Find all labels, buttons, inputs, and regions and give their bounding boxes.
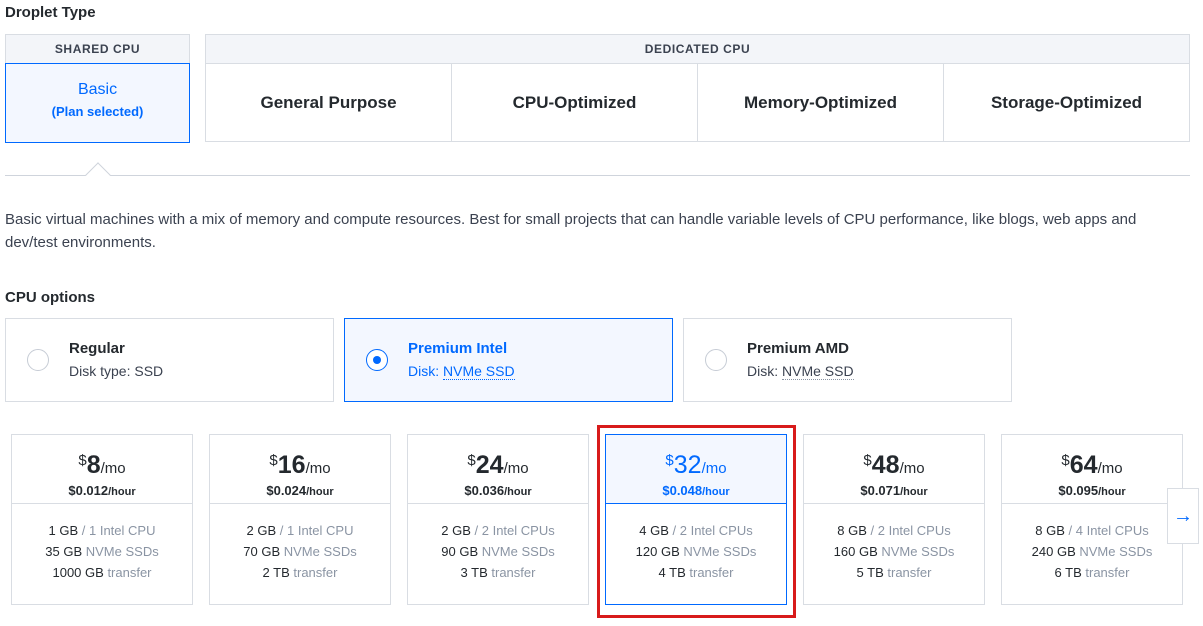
droplet-description: Basic virtual machines with a mix of mem…	[5, 211, 1137, 251]
plan-cpu: / 2 Intel CPUs	[474, 523, 555, 538]
dedicated-cpu-group: DEDICATED CPU General Purpose CPU-Optimi…	[205, 34, 1190, 142]
plan-transfer: 5 TB	[856, 565, 884, 580]
disk-type-value: NVMe SSD	[443, 363, 515, 380]
plan-transfer-label: transfer	[491, 565, 536, 580]
plan-storage: 240 GB	[1031, 544, 1076, 559]
next-plans-button[interactable]: →	[1167, 488, 1199, 544]
price-period: /mo	[305, 460, 331, 477]
plan-card[interactable]: $8/mo $0.012/hour 1 GB / 1 Intel CPU 35 …	[11, 434, 193, 605]
plan-storage-label: NVMe SSDs	[283, 544, 357, 559]
price-period: /mo	[899, 460, 925, 477]
memory-optimized-option[interactable]: Memory-Optimized	[698, 64, 944, 141]
plan-memory: 8 GB	[1035, 523, 1065, 538]
cpu-option-disk: Disk: NVMe SSD	[408, 363, 515, 380]
plan-transfer: 6 TB	[1054, 565, 1082, 580]
basic-plan-option[interactable]: Basic (Plan selected)	[5, 63, 190, 143]
arrow-right-icon: →	[1173, 504, 1193, 527]
plan-transfer: 1000 GB	[52, 565, 104, 580]
plan-memory: 2 GB	[246, 523, 277, 538]
cpu-option-premium-amd[interactable]: Premium AMD Disk: NVMe SSD	[683, 318, 1012, 402]
selection-highlight	[597, 425, 796, 618]
plan-transfer-label: transfer	[1085, 565, 1130, 580]
monthly-price: 48	[871, 451, 900, 479]
plan-transfer-label: transfer	[107, 565, 152, 580]
plan-selected-note: (Plan selected)	[51, 104, 144, 119]
cpu-option-name: Regular	[69, 340, 125, 357]
plan-storage: 70 GB	[243, 544, 281, 559]
plan-storage: 160 GB	[833, 544, 878, 559]
plan-transfer: 2 TB	[262, 565, 290, 580]
hourly-unit: /hour	[108, 486, 136, 498]
plan-memory: 1 GB	[48, 523, 79, 538]
disk-prefix: Disk:	[747, 363, 779, 379]
cpu-option-regular[interactable]: Regular Disk type: SSD	[5, 318, 334, 402]
plan-transfer: 3 TB	[460, 565, 488, 580]
cpu-options-title: CPU options	[5, 289, 95, 306]
section-divider	[5, 175, 1190, 176]
radio-button-selected[interactable]	[366, 349, 388, 371]
hourly-price: $0.024	[266, 483, 307, 498]
currency-symbol: $	[269, 452, 278, 469]
plan-card[interactable]: $64/mo $0.095/hour 8 GB / 4 Intel CPUs 2…	[1001, 434, 1183, 605]
currency-symbol: $	[1061, 452, 1070, 469]
plan-memory: 2 GB	[441, 523, 471, 538]
shared-cpu-group: SHARED CPU Basic (Plan selected)	[5, 34, 190, 143]
cpu-option-premium-intel[interactable]: Premium Intel Disk: NVMe SSD	[344, 318, 673, 402]
plan-card[interactable]: $24/mo $0.036/hour 2 GB / 2 Intel CPUs 9…	[407, 434, 589, 605]
shared-cpu-header: SHARED CPU	[54, 42, 141, 56]
plan-storage-label: NVMe SSDs	[481, 544, 555, 559]
storage-optimized-option[interactable]: Storage-Optimized	[944, 64, 1189, 141]
plan-storage: 35 GB	[45, 544, 83, 559]
hourly-unit: /hour	[1098, 486, 1126, 498]
radio-button[interactable]	[705, 349, 727, 371]
basic-plan-label: Basic	[77, 81, 118, 98]
hourly-price: $0.095	[1058, 483, 1099, 498]
plan-storage-label: NVMe SSDs	[85, 544, 159, 559]
hourly-unit: /hour	[306, 486, 334, 498]
plan-card[interactable]: $16/mo $0.024/hour 2 GB / 1 Intel CPU 70…	[209, 434, 391, 605]
plan-cpu: / 2 Intel CPUs	[870, 523, 951, 538]
cpu-option-disk: Disk: NVMe SSD	[747, 363, 854, 380]
currency-symbol: $	[863, 452, 872, 469]
cpu-optimized-option[interactable]: CPU-Optimized	[452, 64, 698, 141]
droplet-type-title: Droplet Type	[5, 4, 96, 21]
radio-dot	[373, 356, 381, 364]
dedicated-cpu-header: DEDICATED CPU	[644, 42, 751, 56]
monthly-price: 16	[277, 451, 306, 479]
plan-cpu: / 4 Intel CPUs	[1068, 523, 1149, 538]
plan-cpu: / 1 Intel CPU	[279, 523, 354, 538]
hourly-price: $0.071	[860, 483, 901, 498]
hourly-unit: /hour	[900, 486, 928, 498]
hourly-unit: /hour	[504, 486, 532, 498]
monthly-price: 64	[1069, 451, 1098, 479]
monthly-price: 8	[86, 451, 101, 479]
plan-transfer-label: transfer	[887, 565, 932, 580]
hourly-price: $0.036	[464, 483, 505, 498]
currency-symbol: $	[78, 452, 87, 469]
plan-memory: 8 GB	[837, 523, 867, 538]
cpu-option-name: Premium Intel	[408, 340, 508, 357]
plan-storage-label: NVMe SSDs	[881, 544, 955, 559]
selection-pointer	[85, 162, 111, 188]
cpu-option-disk: Disk type: SSD	[69, 363, 164, 379]
general-purpose-option[interactable]: General Purpose	[206, 64, 452, 141]
plan-cpu: / 1 Intel CPU	[81, 523, 156, 538]
plan-transfer-label: transfer	[293, 565, 338, 580]
radio-button[interactable]	[27, 349, 49, 371]
currency-symbol: $	[467, 452, 476, 469]
hourly-price: $0.012	[68, 483, 109, 498]
monthly-price: 24	[475, 451, 504, 479]
disk-type-value: NVMe SSD	[782, 363, 854, 380]
price-period: /mo	[1097, 460, 1123, 477]
price-period: /mo	[100, 460, 126, 477]
plan-storage-label: NVMe SSDs	[1079, 544, 1153, 559]
cpu-option-name: Premium AMD	[747, 340, 849, 357]
disk-prefix: Disk:	[408, 363, 440, 379]
plan-storage: 90 GB	[441, 544, 479, 559]
plan-card[interactable]: $48/mo $0.071/hour 8 GB / 2 Intel CPUs 1…	[803, 434, 985, 605]
price-period: /mo	[503, 460, 529, 477]
